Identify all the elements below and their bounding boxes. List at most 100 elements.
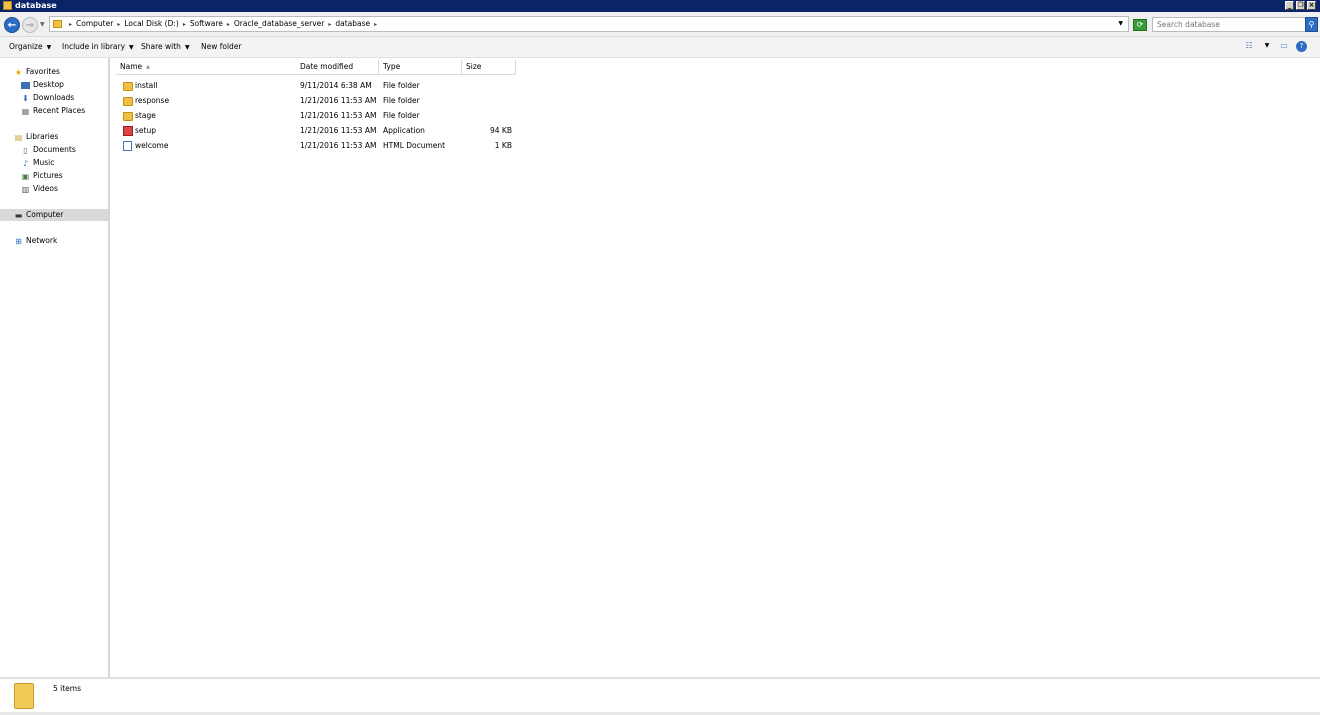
libraries-icon: ▤ bbox=[14, 132, 23, 142]
address-history-dropdown[interactable]: ▼ bbox=[1118, 20, 1123, 27]
downloads-icon: ⬇ bbox=[22, 93, 29, 103]
column-header-name[interactable]: Name ▲ bbox=[116, 60, 298, 75]
navigation-pane: ★ Favorites Desktop ⬇ Downloads ▦ Recent Pl… bbox=[0, 58, 110, 677]
forward-button[interactable]: → bbox=[22, 17, 38, 33]
recent-pages-dropdown[interactable]: ▼ bbox=[40, 21, 45, 28]
chevron-down-icon: ▼ bbox=[129, 44, 134, 51]
address-bar-area: ← → ▼ ▸ Computer ▸ Local Disk (D:) ▸ Software… bbox=[0, 12, 1320, 37]
include-in-library-button[interactable]: Include in library ▼ bbox=[62, 42, 134, 53]
address-bar[interactable]: ▸ Computer ▸ Local Disk (D:) ▸ Software ▸ Oracl… bbox=[49, 16, 1129, 32]
chevron-down-icon: ▼ bbox=[184, 44, 190, 51]
breadcrumb-oracle-database-server[interactable]: Oracle_database_server bbox=[234, 19, 324, 28]
folder-icon bbox=[14, 683, 34, 709]
sidebar-item-label: Videos bbox=[33, 184, 58, 193]
folder-icon bbox=[53, 20, 62, 28]
file-list: Name ▲ Date modified Type Size install 9/… bbox=[110, 58, 1320, 677]
file-type: File folder bbox=[383, 81, 420, 90]
breadcrumb-computer[interactable]: Computer bbox=[76, 19, 113, 28]
sidebar-item-label: Libraries bbox=[26, 132, 59, 141]
organize-button[interactable]: Organize ▼ bbox=[9, 42, 51, 53]
html-document-icon bbox=[123, 139, 132, 153]
file-type: HTML Document bbox=[383, 141, 446, 150]
help-icon[interactable]: ? bbox=[1296, 41, 1307, 52]
folder-icon bbox=[3, 1, 12, 10]
breadcrumb: ▸ Computer ▸ Local Disk (D:) ▸ Software ▸ Oracl… bbox=[65, 19, 381, 30]
file-date: 1/21/2016 11:53 AM bbox=[300, 111, 377, 120]
sidebar-item-downloads[interactable]: ⬇ Downloads bbox=[21, 92, 74, 104]
column-label: Name bbox=[120, 62, 143, 71]
sidebar-item-documents[interactable]: ▯ Documents bbox=[21, 144, 75, 156]
sidebar-item-label: Network bbox=[26, 236, 58, 245]
table-row[interactable]: setup 1/21/2016 11:53 AM Application 94 … bbox=[110, 124, 530, 138]
file-name: welcome bbox=[135, 141, 169, 150]
sidebar-item-label: Desktop bbox=[33, 80, 64, 89]
file-type: Application bbox=[383, 126, 425, 135]
sidebar-item-pictures[interactable]: ▣ Pictures bbox=[21, 170, 63, 182]
folder-icon bbox=[123, 94, 133, 108]
table-row[interactable]: response 1/21/2016 11:53 AM File folder bbox=[110, 94, 530, 108]
file-name: stage bbox=[135, 111, 156, 120]
sidebar-item-label: Computer bbox=[26, 210, 64, 219]
breadcrumb-separator[interactable]: ▸ bbox=[374, 21, 377, 28]
item-count: 5 items bbox=[53, 684, 82, 693]
file-name: setup bbox=[135, 126, 156, 135]
sidebar-item-music[interactable]: ♪ Music bbox=[21, 157, 54, 169]
back-button[interactable]: ← bbox=[4, 17, 20, 33]
documents-icon: ▯ bbox=[23, 145, 28, 155]
share-with-label: Share with bbox=[141, 42, 181, 51]
minimize-button[interactable]: _ bbox=[1285, 1, 1294, 10]
sort-ascending-icon: ▲ bbox=[146, 64, 150, 70]
chevron-down-icon[interactable]: ▼ bbox=[1261, 41, 1273, 51]
application-icon bbox=[123, 124, 133, 138]
organize-label: Organize bbox=[9, 42, 43, 51]
column-header-date-modified[interactable]: Date modified bbox=[296, 60, 379, 75]
table-row[interactable]: stage 1/21/2016 11:53 AM File folder bbox=[110, 109, 530, 123]
sidebar-item-videos[interactable]: ▥ Videos bbox=[21, 183, 58, 195]
preview-pane-icon[interactable]: ▭ bbox=[1278, 41, 1290, 51]
breadcrumb-separator[interactable]: ▸ bbox=[227, 21, 230, 28]
videos-icon: ▥ bbox=[21, 184, 30, 194]
desktop-icon bbox=[21, 81, 30, 89]
sidebar-item-libraries[interactable]: ▤ Libraries bbox=[14, 131, 59, 143]
include-in-library-label: Include in library bbox=[62, 42, 126, 51]
breadcrumb-database[interactable]: database bbox=[335, 19, 370, 28]
sidebar-item-label: Favorites bbox=[26, 67, 60, 76]
star-icon: ★ bbox=[14, 67, 23, 77]
breadcrumb-software[interactable]: Software bbox=[190, 19, 223, 28]
sidebar-item-label: Music bbox=[33, 158, 55, 167]
column-label: Type bbox=[383, 62, 401, 71]
folder-icon bbox=[123, 79, 133, 93]
file-date: 1/21/2016 11:53 AM bbox=[300, 96, 377, 105]
table-row[interactable]: install 9/11/2014 6:38 AM File folder bbox=[110, 79, 530, 93]
breadcrumb-separator[interactable]: ▸ bbox=[328, 21, 331, 28]
file-date: 1/21/2016 11:53 AM bbox=[300, 126, 377, 135]
new-folder-label: New folder bbox=[201, 42, 242, 51]
sidebar-item-computer[interactable]: ▬ Computer bbox=[0, 209, 108, 221]
breadcrumb-separator[interactable]: ▸ bbox=[69, 21, 72, 28]
refresh-button[interactable]: ⟳ bbox=[1133, 19, 1147, 31]
share-with-button[interactable]: Share with ▼ bbox=[141, 42, 190, 53]
sidebar-item-recent-places[interactable]: ▦ Recent Places bbox=[21, 105, 85, 117]
sidebar-item-network[interactable]: ⊞ Network bbox=[14, 235, 57, 247]
sidebar-item-label: Pictures bbox=[33, 171, 63, 180]
breadcrumb-separator[interactable]: ▸ bbox=[117, 21, 120, 28]
column-label: Date modified bbox=[300, 62, 354, 71]
search-input[interactable] bbox=[1152, 17, 1306, 32]
column-header-size[interactable]: Size bbox=[462, 60, 516, 75]
sidebar-item-favorites[interactable]: ★ Favorites bbox=[14, 66, 60, 78]
computer-icon: ▬ bbox=[14, 210, 23, 220]
table-row[interactable]: welcome 1/21/2016 11:53 AM HTML Document… bbox=[110, 139, 530, 153]
new-folder-button[interactable]: New folder bbox=[201, 42, 242, 52]
file-size: 94 KB bbox=[490, 126, 512, 135]
restore-button[interactable]: ❐ bbox=[1296, 1, 1305, 10]
column-header-type[interactable]: Type bbox=[379, 60, 462, 75]
file-date: 1/21/2016 11:53 AM bbox=[300, 141, 377, 150]
file-type: File folder bbox=[383, 96, 420, 105]
sidebar-item-desktop[interactable]: Desktop bbox=[21, 79, 64, 91]
window-title: database bbox=[15, 1, 57, 10]
view-options-icon[interactable]: ☷ bbox=[1243, 41, 1255, 51]
breadcrumb-separator[interactable]: ▸ bbox=[183, 21, 186, 28]
breadcrumb-local-disk[interactable]: Local Disk (D:) bbox=[124, 19, 178, 28]
search-icon[interactable]: ⚲ bbox=[1305, 17, 1318, 32]
close-button[interactable]: × bbox=[1307, 1, 1316, 10]
